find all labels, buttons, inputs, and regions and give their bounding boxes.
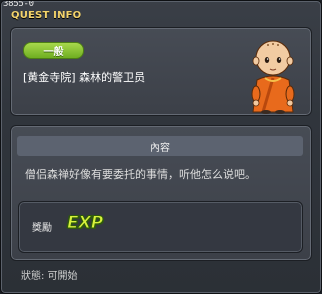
quest-category-badge: 一般 (23, 42, 84, 59)
window-title: QUEST INFO (11, 10, 82, 21)
title-bar[interactable]: 3855-0 QUEST INFO (1, 1, 321, 23)
quest-status: 狀態: 可開始 (21, 271, 78, 282)
quest-summary-panel: 一般 [黄金寺院] 森林的警卫员 (10, 27, 312, 116)
quest-id: 3855-0 (3, 0, 34, 9)
quest-content-panel: 內容 僧侣森禅好像有要委托的事情，听他怎么说吧。 獎勵 EXP (10, 125, 312, 261)
content-header: 內容 (17, 136, 303, 156)
exp-icon: EXP (67, 213, 104, 234)
quest-name: [黄金寺院] 森林的警卫员 (23, 71, 146, 84)
reward-label: 獎勵 (32, 223, 52, 234)
content-description: 僧侣森禅好像有要委托的事情，听他怎么说吧。 (25, 168, 256, 181)
quest-info-window: 3855-0 QUEST INFO 一般 [黄金寺院] 森林的警卫员 內容 僧侣… (0, 0, 322, 294)
reward-box: 獎勵 EXP (18, 201, 303, 253)
monk-npc-portrait-icon (251, 40, 295, 114)
